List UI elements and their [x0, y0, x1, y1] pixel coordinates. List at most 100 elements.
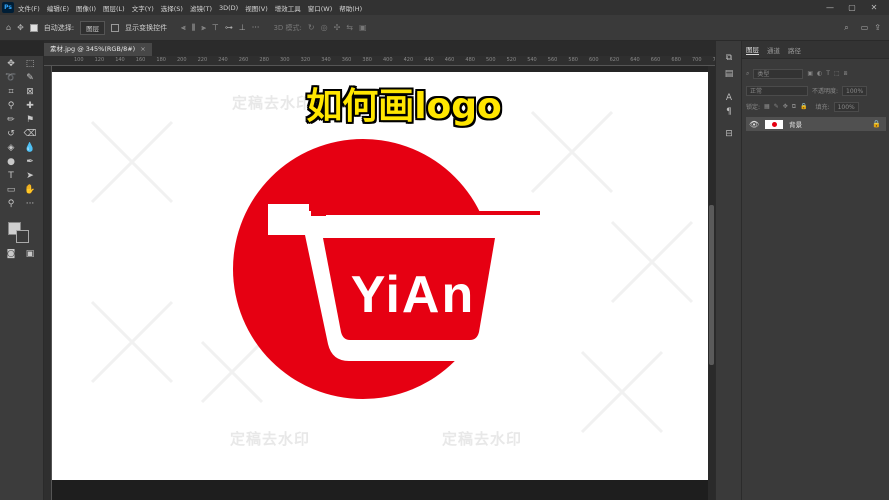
3d-slide-icon[interactable]: ⇆ [346, 23, 353, 32]
eraser-icon[interactable]: ⌫ [22, 128, 38, 141]
kind-filter-dropdown[interactable]: 类型 [753, 68, 804, 79]
zoom-tool-icon[interactable]: ⚲ [3, 198, 19, 211]
document-tab[interactable]: 素材.jpg @ 345%(RGB/8#) × [44, 43, 152, 56]
marquee-tool-icon[interactable]: ⬚ [22, 58, 38, 71]
move-tool-icon[interactable]: ✥ [3, 58, 19, 71]
history-brush-icon[interactable]: ↺ [3, 128, 19, 141]
healing-brush-icon[interactable]: ✚ [22, 100, 38, 113]
filter-smart-icon[interactable]: ⧈ [844, 70, 848, 78]
edit-toolbar-icon[interactable]: ··· [22, 198, 38, 211]
auto-select-checkbox[interactable] [29, 23, 38, 32]
share-icon[interactable]: ⇪ [874, 23, 881, 32]
eyedropper-icon[interactable]: ⚲ [3, 100, 19, 113]
quick-select-icon[interactable]: ✎ [22, 72, 38, 85]
more-options-icon[interactable]: ··· [252, 23, 260, 32]
character-panel-icon[interactable]: A [722, 93, 736, 103]
menu-window[interactable]: 窗口(W) [308, 3, 333, 13]
ruler-tick-label: 600 [589, 57, 599, 63]
layer-row[interactable]: 👁 背景 🔒 [746, 117, 886, 131]
menu-filter[interactable]: 滤镜(T) [190, 3, 212, 13]
workspace-icon[interactable]: ▭ [861, 23, 869, 32]
filter-type-icon[interactable]: T [826, 70, 830, 77]
align-left-icon[interactable]: ⫷ [181, 23, 186, 33]
hand-tool-icon[interactable]: ✋ [22, 184, 38, 197]
menu-image[interactable]: 图像(I) [76, 3, 96, 13]
paragraph-panel-icon[interactable]: ¶ [722, 107, 736, 117]
pen-tool-icon[interactable]: ✒ [22, 156, 38, 169]
document-canvas[interactable]: 定稿去水印 定稿去水印 定稿去水印 YiAn 如何画logo [52, 72, 708, 480]
close-tab-icon[interactable]: × [140, 45, 145, 53]
menu-select[interactable]: 选择(S) [161, 3, 183, 13]
paint-bucket-icon[interactable]: ◈ [3, 142, 19, 155]
lasso-tool-icon[interactable]: ➰ [3, 72, 19, 85]
show-transform-label: 显示变换控件 [125, 23, 168, 32]
lock-all-icon[interactable]: 🔒 [800, 103, 807, 110]
menu-file[interactable]: 文件(F) [18, 3, 40, 13]
3d-scale-icon[interactable]: ▣ [359, 23, 367, 32]
blend-mode-dropdown[interactable]: 正常 [746, 85, 808, 96]
eye-icon[interactable]: 👁 [749, 120, 759, 129]
layer-name: 背景 [789, 121, 803, 129]
menu-help[interactable]: 帮助(H) [339, 3, 362, 13]
comments-panel-icon[interactable]: ▤ [722, 69, 736, 79]
tab-paths[interactable]: 路径 [788, 45, 801, 55]
search-icon[interactable]: ⌕ [844, 23, 848, 33]
menu-3d[interactable]: 3D(D) [219, 4, 238, 12]
lock-paint-icon[interactable]: ✎ [774, 103, 779, 110]
ruler-tick-label: 480 [465, 57, 475, 63]
shape-tool-icon[interactable]: ▭ [3, 184, 19, 197]
tab-layers[interactable]: 图层 [746, 44, 759, 55]
align-top-icon[interactable]: ⊤ [212, 23, 219, 32]
properties-panel-icon[interactable]: ⊟ [722, 129, 736, 139]
fill-input[interactable]: 100% [833, 101, 859, 112]
clone-stamp-icon[interactable]: ⚑ [22, 114, 38, 127]
close-window-button[interactable]: ✕ [863, 0, 885, 15]
lock-artboard-icon[interactable]: ⧉ [792, 103, 796, 111]
3d-roll-icon[interactable]: ◎ [321, 23, 328, 32]
move-tool-icon[interactable]: ✥ [17, 23, 24, 32]
brush-tool-icon[interactable]: ✏ [3, 114, 19, 127]
dodge-tool-icon[interactable]: ● [3, 156, 19, 169]
lock-pixels-icon[interactable]: ▦ [764, 103, 770, 110]
background-color-swatch[interactable] [16, 230, 29, 243]
maximize-button[interactable]: ▢ [841, 0, 863, 15]
3d-pan-icon[interactable]: ✣ [334, 23, 341, 32]
menu-view[interactable]: 视图(V) [245, 3, 268, 13]
menu-type[interactable]: 文字(Y) [132, 3, 154, 13]
filter-pixel-icon[interactable]: ▣ [807, 70, 813, 77]
collapsed-panel-dock: ⧉ ▤ A ¶ ⊟ [715, 41, 741, 500]
3d-orbit-icon[interactable]: ↻ [308, 23, 315, 32]
quick-mask-icon[interactable]: ◙ [3, 248, 19, 261]
filter-adjust-icon[interactable]: ◐ [817, 70, 822, 77]
crop-tool-icon[interactable]: ⌗ [3, 86, 19, 99]
blend-row: 正常 不透明度: 100% [746, 85, 886, 96]
blur-tool-icon[interactable]: 💧 [22, 142, 38, 155]
align-right-icon[interactable]: ⫸ [201, 23, 206, 33]
scrollbar-thumb[interactable] [709, 205, 714, 365]
tab-channels[interactable]: 通道 [767, 45, 780, 55]
ruler-tick-label: 500 [486, 57, 496, 63]
auto-select-dropdown[interactable]: 图层 [80, 20, 106, 35]
layers-panel-tabs: 图层 通道 路径 [742, 41, 889, 59]
home-icon[interactable]: ⌂ [6, 23, 11, 32]
ruler-tick-label: 360 [341, 57, 352, 63]
path-select-icon[interactable]: ➤ [22, 170, 38, 183]
align-bottom-icon[interactable]: ⊥ [239, 23, 246, 32]
frame-tool-icon[interactable]: ⊠ [22, 86, 38, 99]
opacity-input[interactable]: 100% [842, 85, 868, 96]
vertical-ruler [44, 66, 52, 500]
type-tool-icon[interactable]: T [3, 170, 19, 183]
menu-plugins[interactable]: 增效工具 [275, 3, 301, 13]
show-transform-checkbox[interactable] [111, 23, 120, 32]
minimize-button[interactable]: — [819, 0, 841, 15]
menu-layer[interactable]: 图层(L) [103, 3, 125, 13]
lock-position-icon[interactable]: ✥ [783, 103, 788, 110]
history-panel-icon[interactable]: ⧉ [722, 53, 736, 63]
align-middle-icon[interactable]: ⊶ [225, 23, 233, 32]
screen-mode-icon[interactable]: ▣ [22, 248, 38, 261]
ruler-tick-label: 120 [94, 57, 105, 63]
ruler-tick-label: 220 [197, 57, 208, 63]
filter-shape-icon[interactable]: ⬚ [834, 70, 840, 77]
align-center-icon[interactable]: ⫼ [192, 23, 196, 33]
menu-edit[interactable]: 编辑(E) [47, 3, 69, 13]
